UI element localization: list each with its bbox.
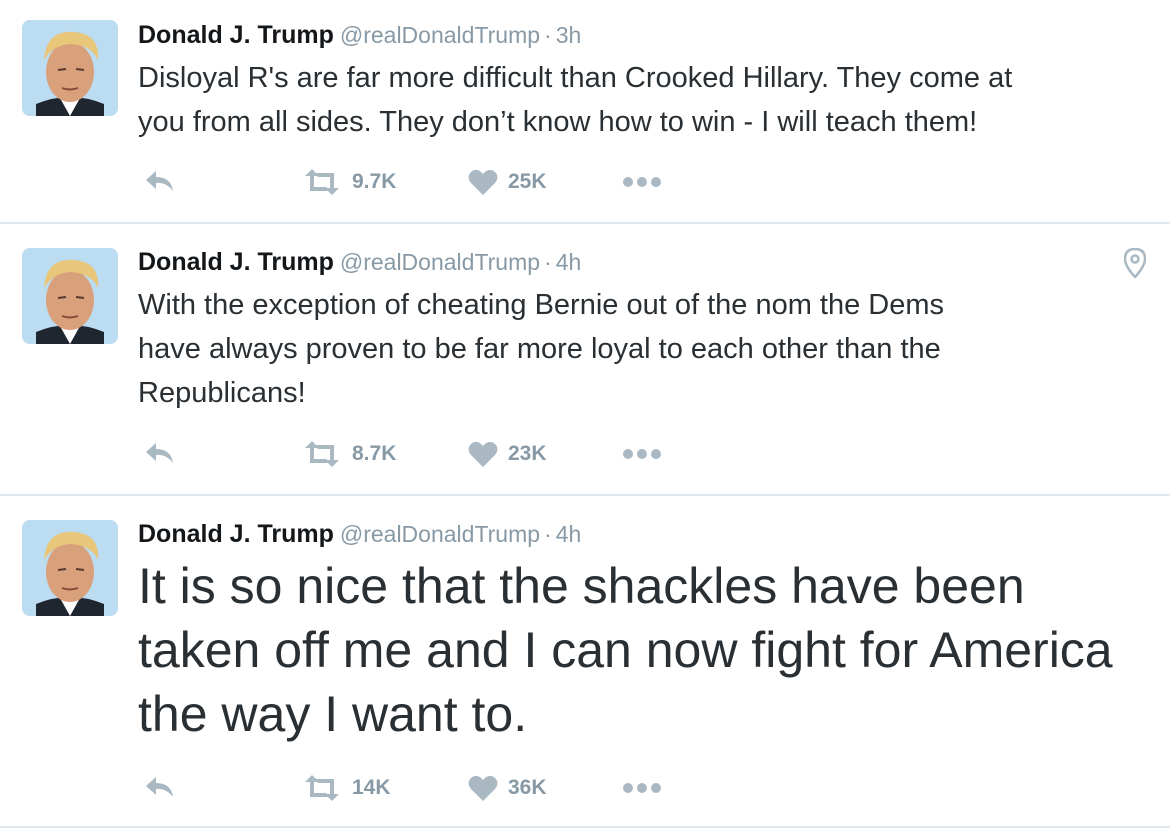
like-count: 25K	[508, 170, 547, 193]
tweet[interactable]: Donald J. Trump @realDonaldTrump · 4h With …	[0, 224, 1170, 496]
tweet-timeline: Donald J. Trump @realDonaldTrump · 3h Dislo…	[0, 0, 1170, 828]
more-icon	[623, 783, 661, 793]
heart-icon	[468, 775, 498, 801]
retweet-count: 8.7K	[352, 442, 397, 465]
separator: ·	[544, 22, 552, 48]
retweet-icon	[305, 169, 339, 195]
like-count: 23K	[508, 442, 547, 465]
tweet-actions: 9.7K 25K	[138, 162, 698, 202]
heart-icon	[468, 441, 498, 467]
separator: ·	[544, 249, 552, 275]
heart-icon	[468, 169, 498, 195]
author-handle[interactable]: @realDonaldTrump	[340, 22, 540, 48]
author-name[interactable]: Donald J. Trump	[138, 520, 334, 548]
like-button[interactable]: 25K	[468, 162, 547, 202]
tweet-header: Donald J. Trump @realDonaldTrump · 4h	[138, 244, 581, 280]
author-name[interactable]: Donald J. Trump	[138, 21, 334, 49]
more-button[interactable]	[622, 768, 662, 808]
avatar[interactable]	[22, 520, 118, 616]
tweet-actions: 14K 36K	[138, 768, 698, 808]
timestamp[interactable]: 3h	[556, 22, 582, 48]
location-pin-icon[interactable]	[1124, 248, 1146, 278]
retweet-count: 14K	[352, 776, 391, 799]
separator: ·	[544, 521, 552, 547]
tweet-text: Disloyal R's are far more difficult than…	[138, 62, 1013, 138]
tweet-text: It is so nice that the shackles have bee…	[138, 558, 1113, 742]
retweet-icon	[305, 775, 339, 801]
retweet-button[interactable]: 8.7K	[302, 434, 396, 474]
like-button[interactable]: 23K	[468, 434, 547, 474]
tweet-text: With the exception of cheating Bernie ou…	[138, 289, 945, 409]
tweet-header: Donald J. Trump @realDonaldTrump · 3h	[138, 17, 581, 53]
timestamp[interactable]: 4h	[556, 521, 582, 547]
tweet[interactable]: Donald J. Trump @realDonaldTrump · 4h It is…	[0, 496, 1170, 828]
retweet-count: 9.7K	[352, 170, 397, 193]
reply-button[interactable]	[144, 768, 176, 808]
like-button[interactable]: 36K	[468, 768, 547, 808]
reply-button[interactable]	[144, 162, 176, 202]
more-button[interactable]	[622, 434, 662, 474]
more-icon	[623, 449, 661, 459]
retweet-icon	[305, 441, 339, 467]
tweet[interactable]: Donald J. Trump @realDonaldTrump · 3h Dislo…	[0, 0, 1170, 224]
tweet-actions: 8.7K 23K	[138, 434, 698, 474]
retweet-button[interactable]: 9.7K	[302, 162, 396, 202]
avatar[interactable]	[22, 20, 118, 116]
author-handle[interactable]: @realDonaldTrump	[340, 521, 540, 547]
avatar-image	[22, 520, 118, 616]
like-count: 36K	[508, 776, 547, 799]
timestamp[interactable]: 4h	[556, 249, 582, 275]
more-icon	[623, 177, 661, 187]
reply-icon	[146, 171, 173, 191]
reply-icon	[146, 777, 173, 797]
avatar-image	[22, 20, 118, 116]
author-handle[interactable]: @realDonaldTrump	[340, 249, 540, 275]
author-name[interactable]: Donald J. Trump	[138, 248, 334, 276]
reply-button[interactable]	[144, 434, 176, 474]
tweet-header: Donald J. Trump @realDonaldTrump · 4h	[138, 516, 581, 552]
reply-icon	[146, 443, 173, 463]
avatar-image	[22, 248, 118, 344]
avatar[interactable]	[22, 248, 118, 344]
more-button[interactable]	[622, 162, 662, 202]
retweet-button[interactable]: 14K	[302, 768, 391, 808]
